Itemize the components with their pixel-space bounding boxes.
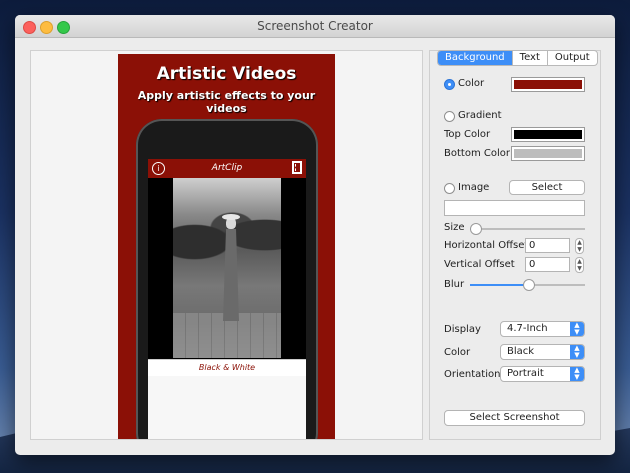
preview-subheadline: Apply artistic effects to your videos — [137, 89, 316, 115]
display-label: Display — [444, 324, 481, 335]
size-label: Size — [444, 222, 465, 233]
color-radio[interactable] — [444, 79, 455, 90]
app-nav-bar: i ArtClip — [148, 159, 306, 178]
display-select-value: 4.7-Inch — [507, 323, 548, 334]
close-window-button[interactable] — [23, 21, 36, 34]
video-frame-photo — [173, 178, 281, 358]
device-color-select[interactable]: Black ▲ ▼ — [500, 344, 585, 360]
chevron-updown-icon: ▲ ▼ — [570, 367, 584, 381]
photo-person — [219, 214, 243, 324]
tab-output[interactable]: Output — [548, 51, 597, 65]
screenshot-canvas: Artistic Videos Apply artistic effects t… — [118, 54, 335, 439]
zoom-window-button[interactable] — [57, 21, 70, 34]
vertical-offset-field[interactable]: 0 — [525, 257, 570, 272]
horizontal-offset-field[interactable]: 0 — [525, 238, 570, 253]
filter-caption: Black & White — [148, 359, 306, 377]
preview-headline: Artistic Videos — [156, 64, 297, 84]
blur-slider-knob[interactable] — [523, 279, 535, 291]
info-icon: i — [152, 162, 165, 175]
blur-label: Blur — [444, 279, 465, 290]
blur-slider-fill — [470, 284, 528, 286]
blur-slider[interactable] — [470, 279, 585, 291]
chevron-updown-icon: ▲ ▼ — [570, 345, 584, 359]
bottom-color-well[interactable] — [511, 146, 585, 161]
app-toolbar — [148, 376, 306, 439]
size-slider[interactable] — [470, 223, 585, 235]
select-image-button[interactable]: Select — [509, 180, 585, 195]
image-radio[interactable] — [444, 183, 455, 194]
tab-text[interactable]: Text — [513, 51, 548, 65]
tab-background[interactable]: Background — [438, 51, 513, 65]
display-select[interactable]: 4.7-Inch ▲ ▼ — [500, 321, 585, 337]
image-label: Image — [458, 182, 490, 193]
title-bar: Screenshot Creator — [15, 15, 615, 38]
device-frame: i ArtClip Black & White — [136, 119, 318, 439]
size-slider-knob[interactable] — [470, 223, 482, 235]
horizontal-offset-label: Horizontal Offset — [444, 240, 529, 251]
gradient-radio[interactable] — [444, 111, 455, 122]
device-screen: i ArtClip Black & White — [148, 159, 306, 439]
preview-pane: Artistic Videos Apply artistic effects t… — [30, 50, 423, 440]
bottom-color-label: Bottom Color — [444, 148, 510, 159]
window-title: Screenshot Creator — [257, 19, 373, 33]
select-screenshot-button[interactable]: Select Screenshot — [444, 410, 585, 426]
horizontal-offset-stepper[interactable]: ▲ ▼ — [575, 238, 584, 254]
top-color-well[interactable] — [511, 127, 585, 142]
orientation-select-value: Portrait — [507, 368, 544, 379]
gradient-label: Gradient — [458, 110, 502, 121]
chevron-updown-icon: ▲ ▼ — [570, 322, 584, 336]
app-title: ArtClip — [211, 163, 243, 173]
color-label: Color — [458, 78, 485, 89]
top-color-label: Top Color — [444, 129, 491, 140]
vertical-offset-stepper[interactable]: ▲ ▼ — [575, 257, 584, 273]
orientation-label: Orientation — [444, 369, 501, 380]
image-path-field[interactable] — [444, 200, 585, 216]
minimize-window-button[interactable] — [40, 21, 53, 34]
background-color-well[interactable] — [511, 77, 585, 92]
app-window: Screenshot Creator Artistic Videos Apply… — [15, 15, 615, 455]
device-color-select-value: Black — [507, 346, 535, 357]
vertical-offset-label: Vertical Offset — [444, 259, 515, 270]
film-icon — [292, 161, 302, 174]
settings-tabs: Background Text Output — [437, 50, 598, 66]
device-color-label: Color — [444, 347, 471, 358]
orientation-select[interactable]: Portrait ▲ ▼ — [500, 366, 585, 382]
